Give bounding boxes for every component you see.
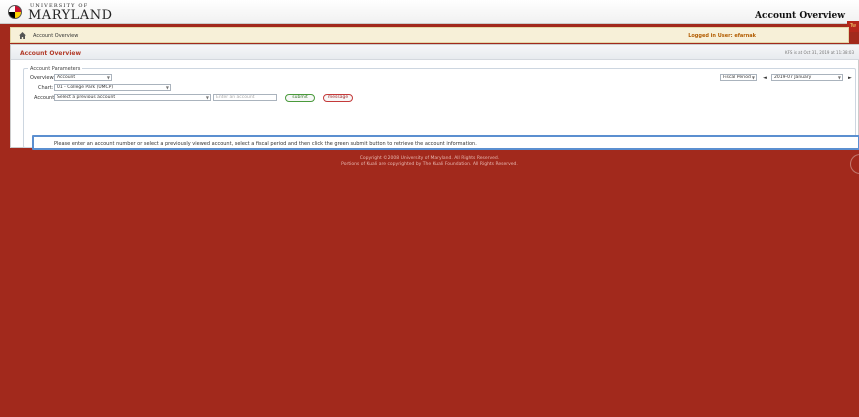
account-input[interactable]: Enter an account [213, 94, 277, 101]
fiscal-period-value: Fiscal Period [723, 75, 751, 80]
side-badge [850, 154, 859, 174]
logo-name: MARYLAND [28, 8, 113, 23]
next-period-icon[interactable]: ► [848, 75, 852, 81]
account-parameters-fieldset: Account Parameters Overview: Account ▼ C… [23, 66, 859, 150]
footer: Copyright ©2008 University of Maryland. … [0, 156, 859, 168]
info-message: Please enter an account number or select… [54, 141, 477, 147]
panel-title: Account Overview [20, 50, 81, 57]
chevron-down-icon: ▼ [205, 95, 209, 100]
previous-account-select[interactable]: Select a previous account ▼ [54, 94, 211, 101]
university-logo[interactable]: UNIVERSITY OF MARYLAND [8, 2, 128, 23]
overview-select-value: Account [57, 75, 76, 80]
panel-timestamp: KFS is at Oct 31, 2019 at 11:38:03 [785, 50, 854, 55]
chevron-down-icon: ▼ [837, 75, 841, 80]
previous-period-icon[interactable]: ◄ [763, 75, 767, 81]
period-select[interactable]: 2019-07 January ▼ [771, 74, 843, 81]
submit-button[interactable]: submit [285, 94, 315, 102]
home-icon[interactable] [18, 31, 27, 40]
overview-label: Overview: [30, 75, 55, 81]
overview-row: Overview: Account ▼ [30, 74, 230, 82]
top-header: UNIVERSITY OF MARYLAND Account Overview [0, 0, 859, 24]
message-button[interactable]: message [323, 94, 353, 102]
breadcrumb-bar: Account Overview Logged in User: efarnak [10, 27, 849, 43]
chevron-down-icon: ▼ [751, 75, 755, 80]
fiscal-period-select[interactable]: Fiscal Period ▼ [720, 74, 757, 81]
fieldset-legend: Account Parameters [28, 66, 83, 72]
chart-row: Chart: 01 - College Park (UMCP) ▼ [30, 84, 230, 92]
overview-select[interactable]: Account ▼ [54, 74, 112, 81]
account-overview-panel: Account Overview KFS is at Oct 31, 2019 … [10, 44, 859, 150]
chevron-down-icon: ▼ [165, 85, 169, 90]
maryland-shield-icon [8, 5, 22, 19]
panel-header: Account Overview KFS is at Oct 31, 2019 … [11, 45, 859, 60]
chart-select-value: 01 - College Park (UMCP) [57, 85, 114, 90]
chevron-down-icon: ▼ [106, 75, 110, 80]
previous-account-value: Select a previous account [57, 95, 116, 100]
account-row: Account: Select a previous account ▼ Ent… [30, 94, 430, 102]
breadcrumb[interactable]: Account Overview [33, 33, 78, 39]
app-title: Account Overview [755, 11, 845, 21]
chart-label: Chart: [38, 85, 54, 91]
period-select-value: 2019-07 January [774, 75, 812, 80]
account-label: Account: [34, 95, 56, 101]
chart-select[interactable]: 01 - College Park (UMCP) ▼ [54, 84, 171, 91]
kuali-copyright-line: Portions of Kuali are copyrighted by The… [341, 162, 518, 167]
info-message-box: Please enter an account number or select… [32, 135, 859, 150]
logged-in-user: Logged in User: efarnak [688, 33, 756, 39]
